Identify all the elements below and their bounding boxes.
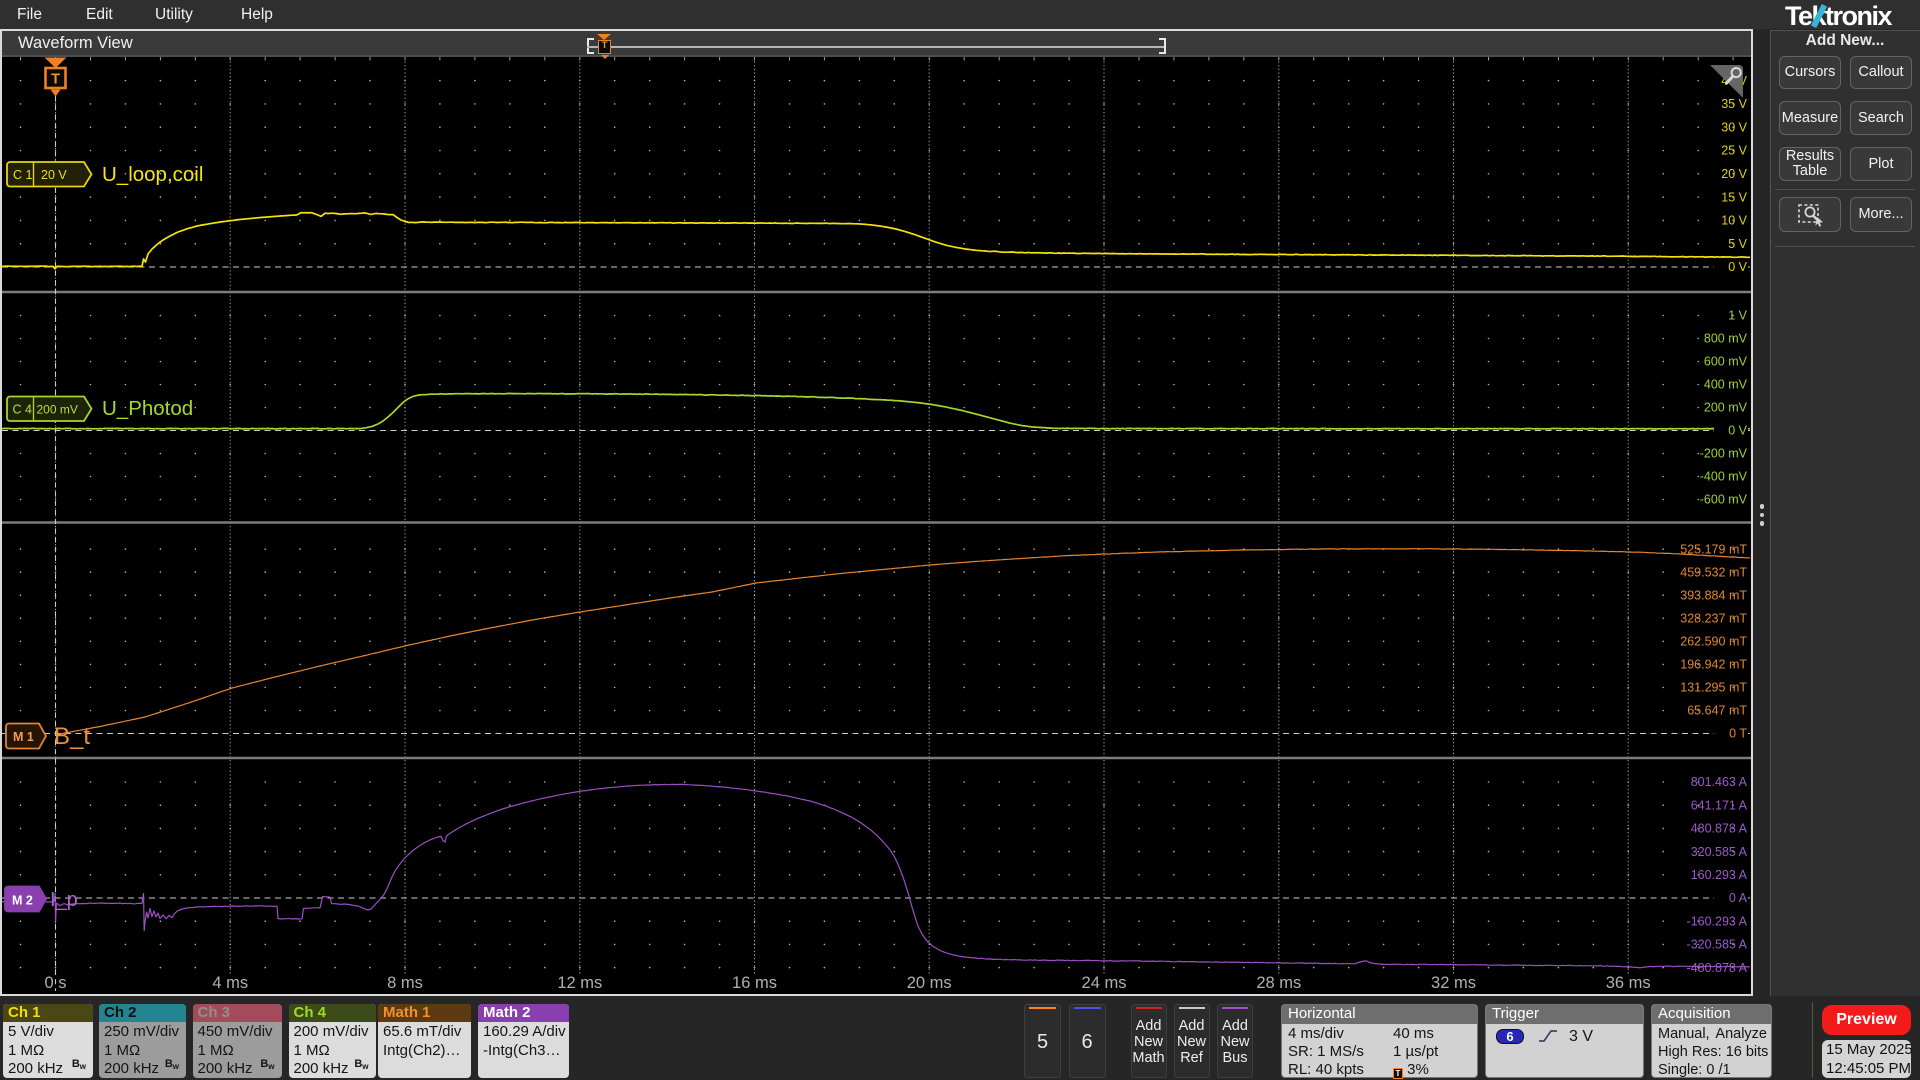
svg-text:0 V: 0 V — [1728, 424, 1747, 438]
svg-text:20 V: 20 V — [41, 168, 67, 182]
svg-text:1 V: 1 V — [1728, 309, 1747, 323]
svg-text:I_p: I_p — [50, 889, 78, 911]
svg-text:U_Photod: U_Photod — [102, 397, 193, 420]
svg-text:28 ms: 28 ms — [1256, 974, 1301, 992]
svg-text:C 1: C 1 — [13, 168, 33, 182]
svg-text:196.942 mT: 196.942 mT — [1680, 658, 1747, 672]
svg-text:12 ms: 12 ms — [557, 974, 602, 992]
svg-text:-400 mV: -400 mV — [1700, 470, 1748, 484]
svg-text:-480.878 A: -480.878 A — [1687, 961, 1748, 975]
svg-text:4 ms: 4 ms — [212, 974, 248, 992]
svg-text:10 V: 10 V — [1721, 214, 1747, 228]
svg-text:36 ms: 36 ms — [1606, 974, 1651, 992]
svg-text:160.293 A: 160.293 A — [1691, 868, 1748, 882]
svg-text:35 V: 35 V — [1721, 97, 1747, 111]
svg-text:0 T: 0 T — [1729, 727, 1747, 741]
svg-text:U_loop,coil: U_loop,coil — [102, 163, 203, 186]
svg-text:0 A: 0 A — [1729, 891, 1748, 905]
svg-text:600 mV: 600 mV — [1704, 355, 1748, 369]
svg-text:C 4: C 4 — [13, 403, 33, 417]
svg-text:262.590 mT: 262.590 mT — [1680, 635, 1747, 649]
svg-text:0 V: 0 V — [1728, 260, 1747, 274]
svg-text:-160.293 A: -160.293 A — [1687, 914, 1748, 928]
svg-text:24 ms: 24 ms — [1082, 974, 1127, 992]
svg-text:525.179 mT: 525.179 mT — [1680, 542, 1747, 556]
svg-text:5 V: 5 V — [1728, 237, 1747, 251]
svg-text:641.171 A: 641.171 A — [1691, 798, 1748, 812]
svg-text:459.532 mT: 459.532 mT — [1680, 565, 1747, 579]
svg-text:M 2: M 2 — [12, 894, 33, 908]
svg-text:328.237 mT: 328.237 mT — [1680, 612, 1747, 626]
svg-text:20 ms: 20 ms — [907, 974, 952, 992]
svg-text:801.463 A: 801.463 A — [1691, 775, 1748, 789]
svg-text:B_t: B_t — [54, 723, 90, 750]
svg-text:20 V: 20 V — [1721, 167, 1747, 181]
svg-text:8 ms: 8 ms — [387, 974, 423, 992]
svg-text:16 ms: 16 ms — [732, 974, 777, 992]
svg-text:200 mV: 200 mV — [1704, 401, 1748, 415]
svg-text:T: T — [51, 72, 60, 88]
svg-text:-320.585 A: -320.585 A — [1687, 938, 1748, 952]
svg-text:65.647 mT: 65.647 mT — [1687, 704, 1747, 718]
svg-text:25 V: 25 V — [1721, 144, 1747, 158]
svg-text:131.295 mT: 131.295 mT — [1680, 681, 1747, 695]
svg-text:0 s: 0 s — [44, 974, 66, 992]
svg-text:320.585 A: 320.585 A — [1691, 845, 1748, 859]
svg-text:-200 mV: -200 mV — [1700, 447, 1748, 461]
svg-text:32 ms: 32 ms — [1431, 974, 1476, 992]
svg-text:400 mV: 400 mV — [1704, 378, 1748, 392]
svg-text:200 mV: 200 mV — [37, 403, 78, 417]
svg-text:800 mV: 800 mV — [1704, 332, 1748, 346]
svg-text:M 1: M 1 — [13, 730, 34, 744]
svg-text:30 V: 30 V — [1721, 120, 1747, 134]
svg-text:393.884 mT: 393.884 mT — [1680, 588, 1747, 602]
svg-text:480.878 A: 480.878 A — [1691, 822, 1748, 836]
svg-text:15 V: 15 V — [1721, 190, 1747, 204]
svg-text:-600 mV: -600 mV — [1700, 493, 1748, 507]
